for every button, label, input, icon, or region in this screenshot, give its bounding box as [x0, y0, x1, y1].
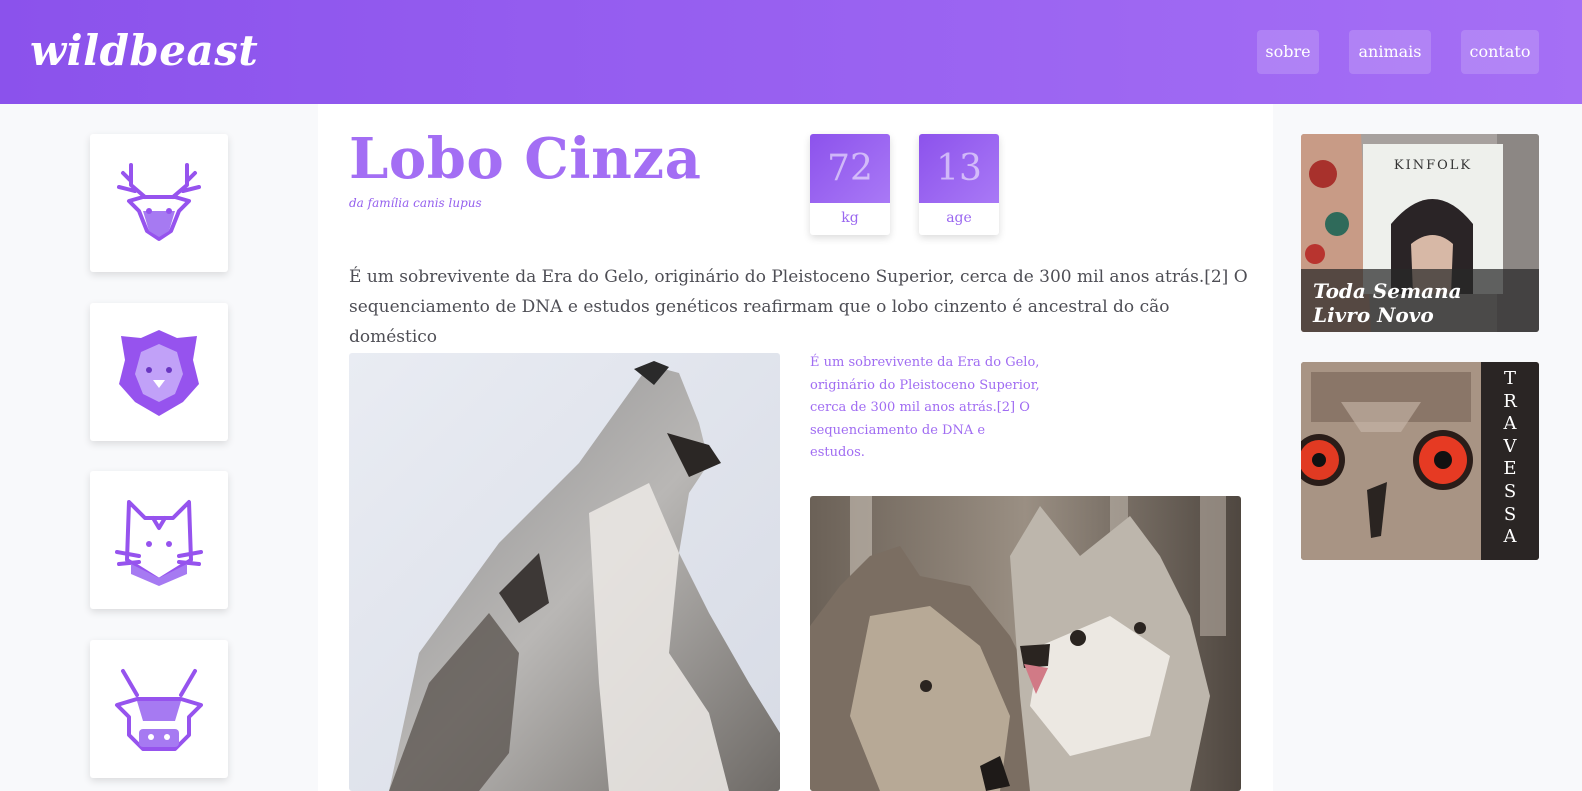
ad-letter: V	[1503, 435, 1517, 457]
page-title: Lobo Cinza	[349, 126, 702, 192]
stat-weight: 72 kg	[810, 134, 890, 235]
ad-kinfolk[interactable]: KINFOLK Toda Semana Livro Novo	[1301, 134, 1539, 332]
ad-letter: A	[1503, 413, 1517, 435]
ad-text-line2: Livro Novo	[1313, 303, 1434, 327]
ad-letter: S	[1503, 503, 1517, 525]
main-content: Lobo Cinza da família canis lupus 72 kg …	[318, 104, 1273, 791]
photo-caption: É um sobrevivente da Era do Gelo, origin…	[810, 355, 1040, 460]
howling-wolf-photo	[349, 353, 780, 791]
ad-letter: E	[1503, 458, 1517, 480]
animal-card-cat[interactable]	[90, 471, 228, 609]
ad-letter: R	[1503, 390, 1517, 412]
nav-contato[interactable]: contato	[1461, 30, 1539, 74]
ad-magazine-name: KINFOLK	[1393, 158, 1473, 173]
two-wolves-photo	[810, 496, 1241, 791]
site-header: wildbeast sobre animais contato	[0, 0, 1582, 104]
ads-sidebar: KINFOLK Toda Semana Livro Novo T R A V E…	[1273, 104, 1582, 791]
animal-card-deer[interactable]	[90, 134, 228, 272]
nav-animais[interactable]: animais	[1349, 30, 1431, 74]
nav-sobre[interactable]: sobre	[1257, 30, 1319, 74]
stat-age: 13 age	[919, 134, 999, 235]
lion-icon	[119, 330, 199, 416]
stat-age-value: 13	[919, 134, 999, 203]
ad-letter: S	[1503, 480, 1517, 502]
animal-sidebar	[0, 104, 318, 791]
cow-icon	[115, 669, 203, 751]
stat-weight-value: 72	[810, 134, 890, 203]
stat-age-unit: age	[946, 210, 972, 226]
ad-travessa[interactable]: T R A V E S S A	[1301, 362, 1539, 560]
page-subtitle: da família canis lupus	[349, 196, 482, 210]
site-logo[interactable]: wildbeast	[30, 26, 258, 75]
deer-icon	[117, 163, 201, 241]
stat-weight-unit: kg	[841, 210, 859, 226]
lead-paragraph: É um sobrevivente da Era do Gelo, origin…	[349, 267, 1248, 347]
ad-letter: T	[1503, 368, 1516, 389]
ad-vertical-text: T R A V E S S A	[1481, 362, 1539, 560]
ad-text-line1: Toda Semana	[1313, 279, 1462, 303]
animal-card-lion[interactable]	[90, 303, 228, 441]
ad-overlay: Toda Semana Livro Novo	[1301, 269, 1539, 332]
animal-card-cow[interactable]	[90, 640, 228, 778]
ad-letter: A	[1503, 526, 1517, 548]
cat-icon	[115, 500, 203, 586]
